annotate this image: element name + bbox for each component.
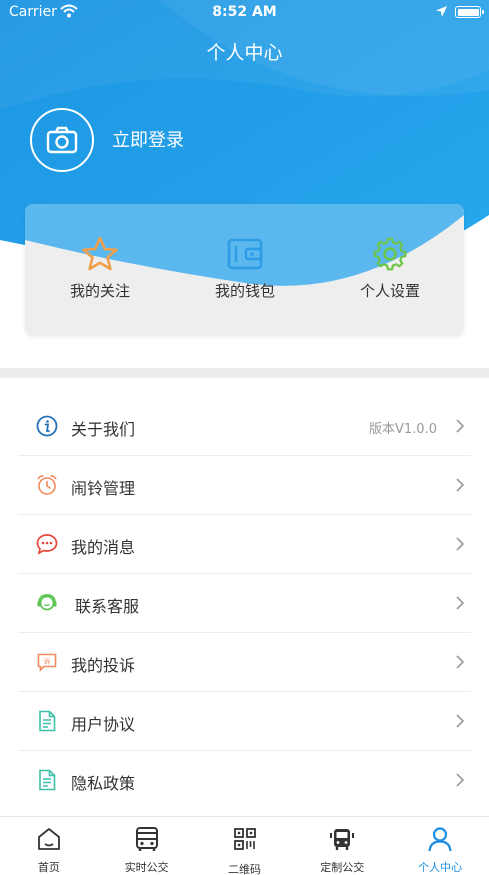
tab-home[interactable]: 首页 [0, 817, 98, 875]
personal-settings-label: 个人设置 [359, 282, 420, 300]
chevron-right-icon [456, 419, 465, 433]
quick-actions-card: 我的关注 我的钱包 个人设置 [25, 204, 464, 336]
menu-item-alarm-management[interactable]: 闹铃管理 [18, 456, 471, 515]
home-icon [38, 828, 60, 850]
my-follows-label: 我的关注 [69, 282, 130, 300]
menu-item-user-agreement[interactable]: 用户协议 [18, 692, 471, 751]
menu-label-contact-support: 联系客服 [75, 597, 140, 616]
gear-icon [373, 237, 407, 271]
avatar-camera-button[interactable] [30, 108, 94, 172]
location-arrow-icon [436, 6, 447, 17]
chevron-right-icon [456, 773, 465, 787]
menu-label-my-messages: 我的消息 [71, 538, 136, 557]
menu-label-privacy-policy: 隐私政策 [71, 774, 136, 793]
info-icon [36, 415, 58, 437]
chevron-right-icon [456, 537, 465, 551]
my-wallet-button[interactable]: 我的钱包 [172, 236, 318, 316]
personal-settings-button[interactable]: 个人设置 [317, 236, 463, 316]
qr-code-icon [233, 828, 256, 850]
menu-label-alarm-management: 闹铃管理 [71, 479, 136, 498]
battery-icon [455, 6, 484, 18]
profile-screen: Carrier 8:52 AM 个人中心 立即登录 我的关注 我的钱包 个人设置… [0, 0, 489, 875]
page-title: 个人中心 [206, 42, 283, 64]
bottom-tab-bar: 首页 实时公交 二维码 定制公交 个人中心 [0, 816, 489, 875]
chevron-right-icon [456, 596, 465, 610]
status-time: 8:52 AM [212, 4, 277, 20]
bus-icon [135, 827, 158, 851]
version-text: 版本V1.0.0 [369, 422, 437, 437]
menu-item-my-complaints[interactable]: 诉 我的投诉 [18, 633, 471, 692]
message-icon [36, 534, 58, 555]
menu-item-about-us[interactable]: 关于我们 版本V1.0.0 [18, 397, 471, 456]
section-divider [0, 368, 489, 378]
my-wallet-label: 我的钱包 [214, 282, 275, 300]
status-bar: Carrier 8:52 AM [0, 0, 489, 26]
alarm-clock-icon [37, 475, 57, 495]
chevron-right-icon [456, 714, 465, 728]
custom-bus-icon [330, 829, 355, 850]
tab-realtime-bus[interactable]: 实时公交 [98, 817, 196, 875]
star-icon [82, 236, 118, 271]
menu-label-user-agreement: 用户协议 [71, 715, 136, 734]
menu-label-my-complaints: 我的投诉 [71, 656, 136, 675]
tab-qr-code[interactable]: 二维码 [196, 817, 294, 875]
wallet-icon [227, 238, 263, 270]
tab-custom-bus[interactable]: 定制公交 [293, 817, 391, 875]
tab-label-custom-bus: 定制公交 [320, 861, 365, 874]
login-link[interactable]: 立即登录 [112, 126, 184, 152]
user-icon [428, 827, 452, 852]
my-follows-button[interactable]: 我的关注 [27, 236, 173, 316]
customer-service-icon [37, 594, 57, 611]
tab-label-home: 首页 [37, 861, 60, 874]
svg-text:诉: 诉 [44, 657, 51, 666]
document-icon [39, 769, 56, 791]
menu-item-my-messages[interactable]: 我的消息 [18, 515, 471, 574]
tab-profile[interactable]: 个人中心 [391, 817, 489, 875]
tab-label-realtime-bus: 实时公交 [124, 861, 169, 874]
complaint-icon: 诉 [37, 653, 57, 672]
menu-label-about-us: 关于我们 [71, 420, 136, 439]
menu-item-contact-support[interactable]: 联系客服 [18, 574, 471, 633]
chevron-right-icon [456, 478, 465, 492]
camera-icon [46, 126, 78, 154]
tab-label-profile: 个人中心 [418, 861, 463, 874]
chevron-right-icon [456, 655, 465, 669]
document-icon [39, 710, 56, 732]
menu-item-privacy-policy[interactable]: 隐私政策 [18, 751, 471, 810]
tab-label-qr-code: 二维码 [227, 863, 261, 875]
